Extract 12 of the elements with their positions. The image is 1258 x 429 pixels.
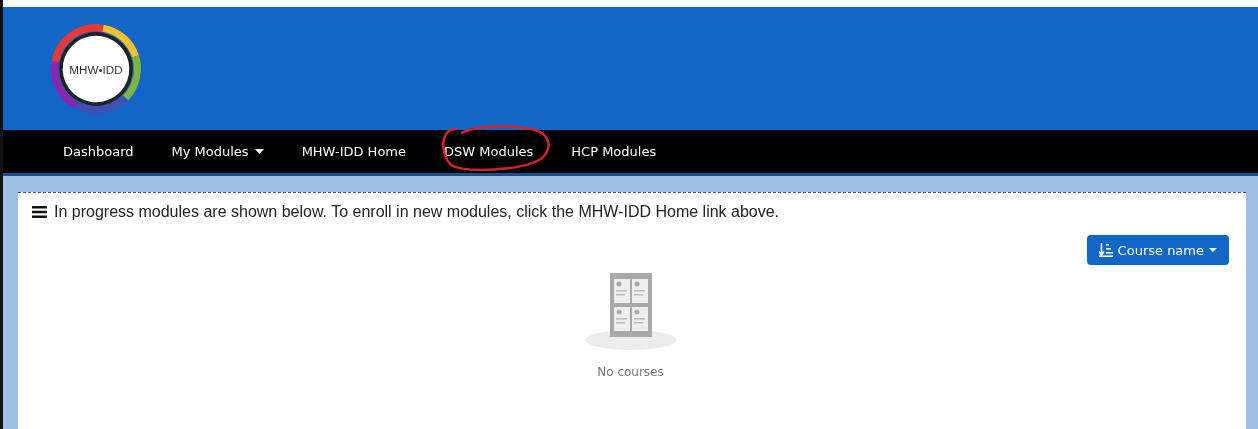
nav-link[interactable]: My Modules <box>158 144 277 159</box>
nav-link[interactable]: Dashboard <box>50 144 147 159</box>
sort-icon <box>1098 243 1113 257</box>
empty-message: No courses <box>597 365 664 379</box>
nav-link[interactable]: HCP Modules <box>558 144 670 159</box>
sort-button[interactable]: Course name <box>1086 235 1229 265</box>
nav-link[interactable]: DSW Modules <box>431 144 547 159</box>
nav-link[interactable]: MHW-IDD Home <box>288 144 419 159</box>
info-text: In progress modules are shown below. To enroll in new modules, click the MHW-IDD Home link above. <box>54 203 780 221</box>
caret-icon <box>1209 248 1217 252</box>
caret-icon <box>254 149 264 154</box>
menu-icon <box>32 206 47 218</box>
